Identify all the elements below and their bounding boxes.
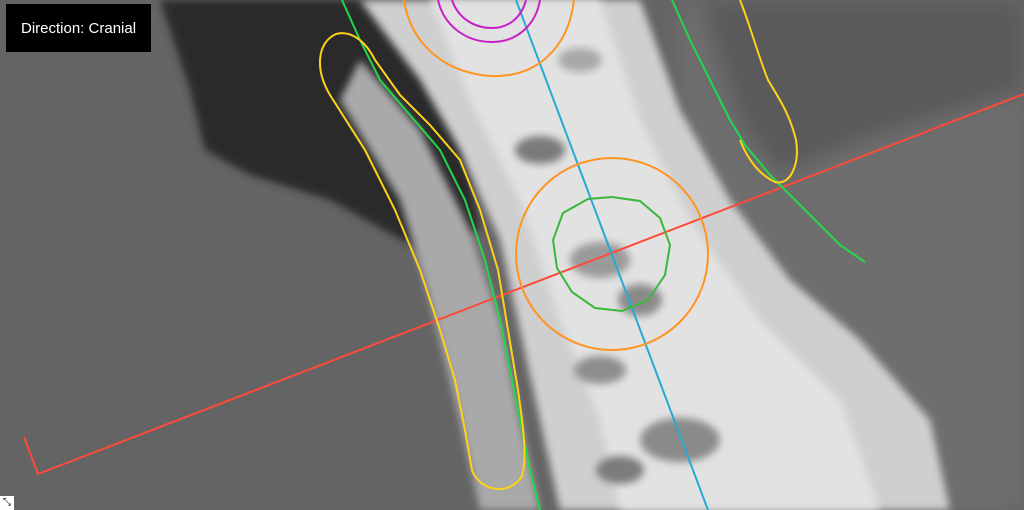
- upper-orange-ring[interactable]: [403, 0, 575, 78]
- direction-label: Direction: Cranial: [6, 4, 152, 52]
- left-yellow-contour[interactable]: [318, 32, 526, 490]
- resize-icon[interactable]: ⤡: [0, 496, 14, 510]
- reference-line[interactable]: [23, 93, 1024, 476]
- left-contour-line[interactable]: [341, 0, 541, 510]
- centerline[interactable]: [515, 0, 709, 510]
- right-yellow-contour[interactable]: [739, 0, 798, 184]
- annotation-overlay: [23, 0, 1024, 510]
- magenta-ring-inner[interactable]: [451, 0, 527, 30]
- image-viewport[interactable]: Direction: Cranial ⤡: [0, 0, 1024, 510]
- direction-label-text: Direction: Cranial: [21, 19, 137, 37]
- right-contour-line[interactable]: [671, 0, 866, 263]
